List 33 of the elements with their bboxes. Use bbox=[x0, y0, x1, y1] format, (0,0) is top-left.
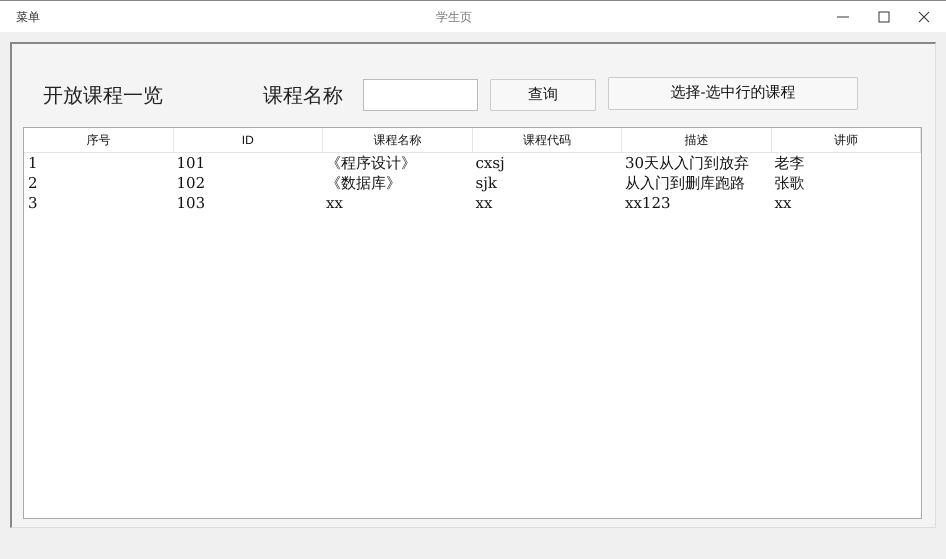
table-cell-text: xx bbox=[774, 193, 792, 213]
column-header[interactable]: ID bbox=[174, 128, 323, 152]
table-cell-text: 1 bbox=[27, 153, 39, 173]
table-cell-text: 102 bbox=[176, 173, 206, 193]
course-name-field[interactable] bbox=[363, 79, 478, 111]
column-header[interactable]: 描述 bbox=[622, 128, 772, 152]
table-cell-text: 《数据库》 bbox=[325, 173, 402, 193]
column-header[interactable]: 序号 bbox=[24, 128, 174, 152]
query-button[interactable]: 查询 bbox=[490, 79, 596, 111]
page-heading: 开放课程一览 bbox=[43, 82, 164, 109]
maximize-icon[interactable] bbox=[878, 10, 890, 22]
table-cell-text: 30天从入门到放弃 bbox=[624, 153, 750, 173]
table-cell-text: 张歌 bbox=[774, 173, 806, 193]
table-cell-text: 101 bbox=[176, 153, 206, 173]
close-icon[interactable] bbox=[918, 10, 930, 22]
table-cell-text: xx bbox=[325, 193, 344, 213]
table-cell-text: 老李 bbox=[774, 153, 806, 173]
table-cell-text: 从入门到删库跑路 bbox=[624, 173, 746, 193]
table-cell-text: cxsj bbox=[474, 153, 506, 173]
column-header[interactable]: 课程名称 bbox=[323, 128, 472, 152]
select-course-button[interactable]: 选择-选中行的课程 bbox=[608, 77, 858, 110]
menu-label[interactable]: 菜单 bbox=[16, 8, 436, 26]
table-cell-text: sjk bbox=[474, 173, 498, 193]
course-name-label: 课程名称 bbox=[263, 82, 344, 109]
column-header[interactable]: 课程代码 bbox=[472, 128, 622, 152]
column-header[interactable]: 讲师 bbox=[772, 128, 921, 152]
table-cell-text: 《程序设计》 bbox=[325, 153, 417, 173]
table-cell-text: 2 bbox=[27, 173, 39, 193]
table-cell-text: 103 bbox=[176, 193, 206, 213]
table-cell-text: xx123 bbox=[624, 193, 672, 213]
window-title: 学生页 bbox=[436, 8, 472, 26]
table-cell-text: xx bbox=[474, 193, 494, 213]
table-cell-text: 3 bbox=[27, 193, 39, 213]
